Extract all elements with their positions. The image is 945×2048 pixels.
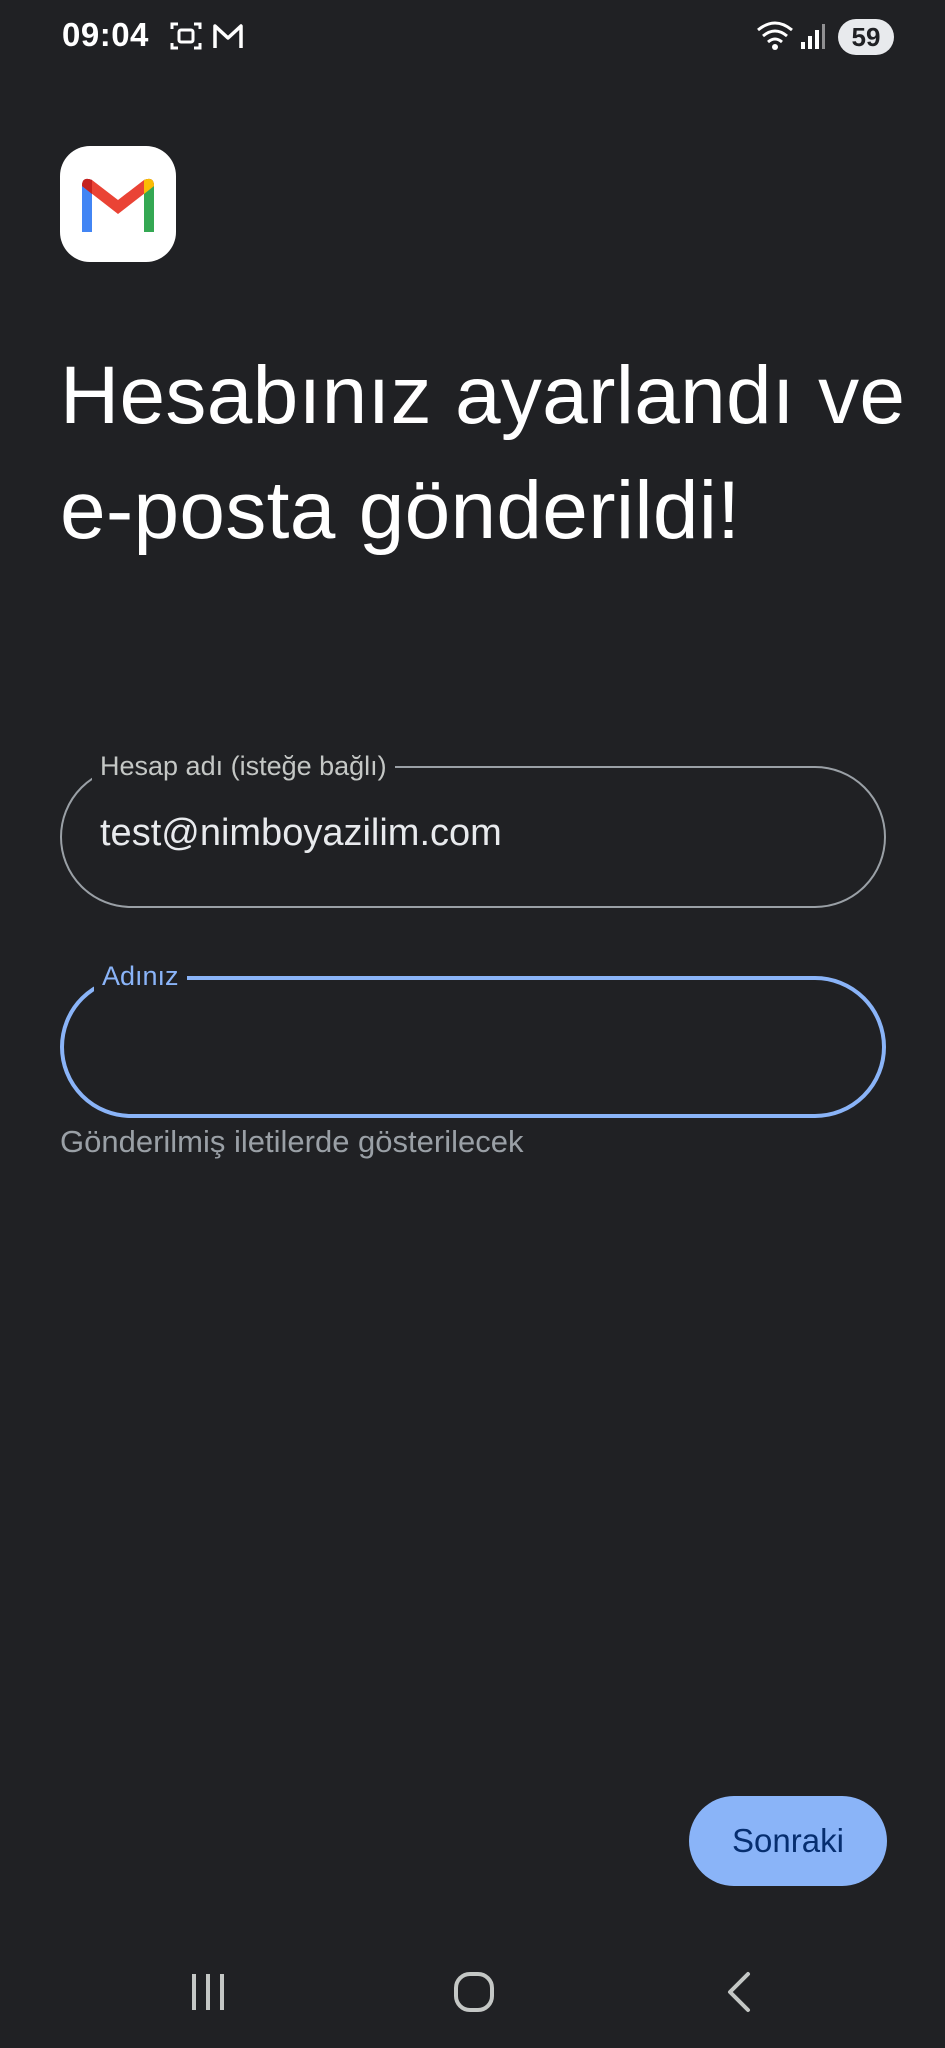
account-name-value[interactable]: test@nimboyazilim.com [100, 812, 840, 855]
your-name-field[interactable]: Adınız [60, 958, 886, 1118]
wifi-icon [756, 20, 794, 57]
recents-icon[interactable] [188, 1970, 228, 2019]
your-name-label: Adınız [94, 958, 187, 994]
status-time: 09:04 [62, 16, 149, 53]
home-icon[interactable] [452, 1970, 496, 2019]
next-button[interactable]: Sonraki [689, 1796, 887, 1886]
navigation-bar [0, 1940, 945, 2048]
account-name-field[interactable]: Hesap adı (isteğe bağlı) test@nimboyazil… [60, 748, 886, 908]
signal-icon [800, 22, 826, 55]
your-name-helper: Gönderilmiş iletilerde gösterilecek [60, 1124, 524, 1159]
gmail-logo-icon [60, 146, 176, 262]
battery-badge: 59 [838, 19, 894, 55]
account-name-label: Hesap adı (isteğe bağlı) [92, 748, 395, 784]
back-icon[interactable] [724, 1970, 754, 2019]
gmail-notification-icon [212, 22, 244, 55]
your-name-input[interactable] [102, 1020, 842, 1063]
screen: 09:04 59 Hesabınız ayarlandı ve e-posta … [0, 0, 945, 2048]
status-bar: 09:04 59 [0, 0, 945, 76]
page-title: Hesabınız ayarlandı ve e-posta gönderild… [60, 350, 906, 556]
screenshot-icon [170, 21, 202, 56]
